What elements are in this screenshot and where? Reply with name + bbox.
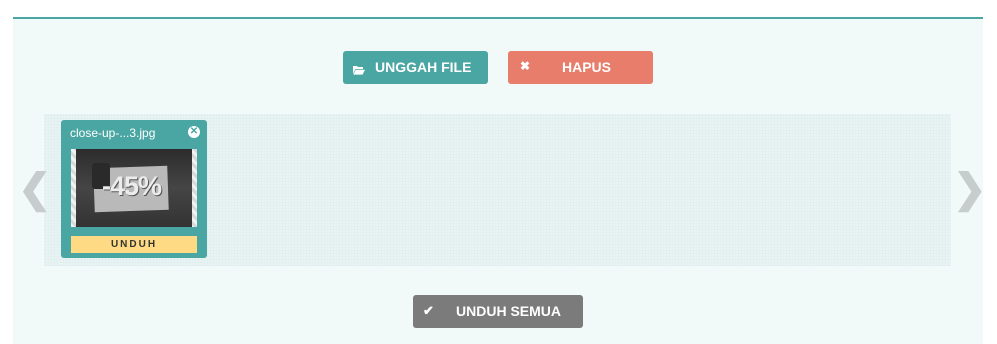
download-file-button[interactable]: UNDUH	[71, 236, 197, 253]
upload-file-button[interactable]: UNGGAH FILE	[343, 51, 488, 84]
download-all-button[interactable]: ✔ UNDUH SEMUA	[413, 295, 583, 328]
thumbnail-photo: -45%	[76, 149, 192, 227]
previous-arrow-icon[interactable]: ❮	[18, 169, 52, 209]
check-icon: ✔	[423, 303, 434, 318]
thumbnail-discount-text: -45%	[102, 171, 162, 201]
folder-open-icon	[353, 62, 365, 78]
upload-file-label: UNGGAH FILE	[375, 59, 472, 75]
delete-label: HAPUS	[562, 59, 612, 75]
remove-file-icon[interactable]: ✕	[188, 126, 200, 138]
delete-button[interactable]: ✖ HAPUS	[508, 51, 653, 84]
close-icon: ✖	[520, 59, 531, 73]
next-arrow-icon[interactable]: ❯	[953, 169, 987, 209]
file-manager-panel: UNGGAH FILE ✖ HAPUS ❮ ❯ close-up-...3.jp…	[13, 17, 987, 344]
file-thumbnail: -45%	[71, 149, 197, 227]
file-card: close-up-...3.jpg ✕ -45% UNDUH	[61, 120, 207, 258]
file-name: close-up-...3.jpg	[70, 126, 156, 140]
download-all-label: UNDUH SEMUA	[456, 303, 561, 319]
